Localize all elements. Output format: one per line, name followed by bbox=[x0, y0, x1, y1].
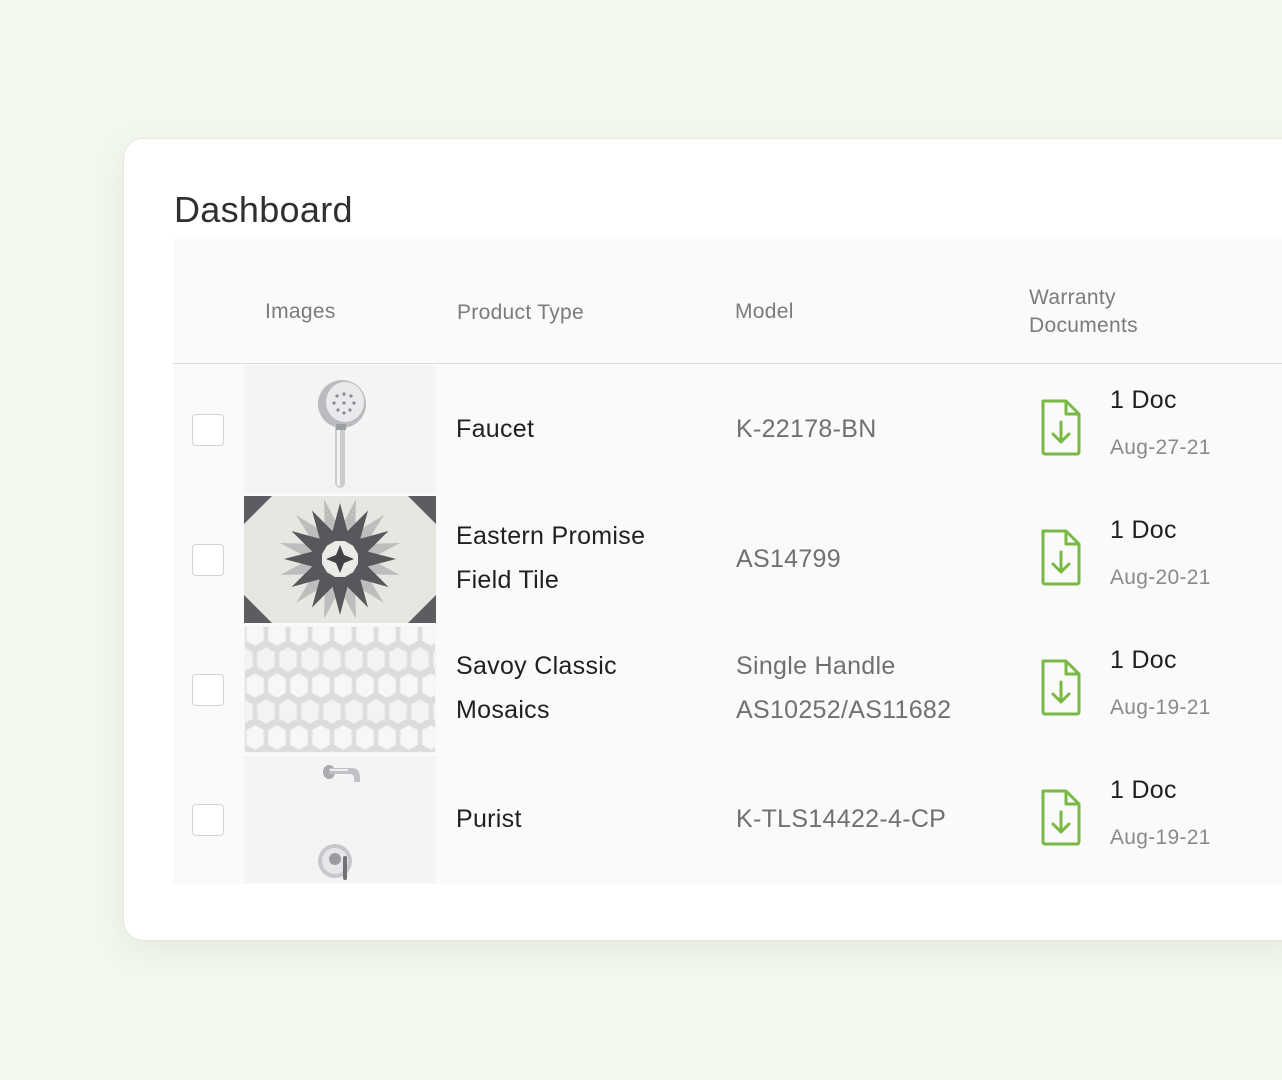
product-table: Images Product Type Model Warranty Docum… bbox=[173, 239, 1282, 884]
document-download-icon[interactable] bbox=[1039, 397, 1083, 457]
table-row[interactable]: Savoy Classic Mosaics Single Handle AS10… bbox=[173, 624, 1282, 754]
doc-count[interactable]: 1 Doc bbox=[1110, 386, 1177, 415]
document-download-icon[interactable] bbox=[1039, 657, 1083, 717]
column-header-warranty-line2: Documents bbox=[1029, 314, 1138, 337]
shower-head-image bbox=[244, 366, 436, 493]
doc-count[interactable]: 1 Doc bbox=[1110, 516, 1177, 545]
product-type-line: Field Tile bbox=[456, 566, 560, 594]
model-line: AS14799 bbox=[736, 545, 841, 573]
doc-count[interactable]: 1 Doc bbox=[1110, 646, 1177, 675]
row-checkbox[interactable] bbox=[192, 674, 224, 706]
model-line: AS10252/AS11682 bbox=[736, 696, 952, 724]
product-type-cell: Eastern Promise Field Tile bbox=[456, 514, 706, 602]
doc-date: Aug-19-21 bbox=[1110, 696, 1211, 719]
table-row[interactable]: Eastern Promise Field Tile AS14799 1 Doc… bbox=[173, 494, 1282, 624]
product-type-cell: Purist bbox=[456, 797, 706, 841]
column-header-warranty-line1: Warranty bbox=[1029, 286, 1116, 309]
column-header-model[interactable]: Model bbox=[735, 298, 794, 326]
doc-date: Aug-27-21 bbox=[1110, 436, 1211, 459]
dashboard-card: Dashboard Images Product Type Model Warr… bbox=[123, 138, 1282, 941]
model-cell: K-TLS14422-4-CP bbox=[736, 797, 996, 841]
product-type-line: Eastern Promise bbox=[456, 522, 646, 550]
product-type-cell: Savoy Classic Mosaics bbox=[456, 644, 706, 732]
product-type-cell: Faucet bbox=[456, 407, 706, 451]
model-line: K-22178-BN bbox=[736, 415, 877, 443]
row-checkbox[interactable] bbox=[192, 804, 224, 836]
doc-date: Aug-19-21 bbox=[1110, 826, 1211, 849]
document-download-icon[interactable] bbox=[1039, 527, 1083, 587]
tub-spout-valve-image bbox=[244, 756, 436, 883]
model-cell: K-22178-BN bbox=[736, 407, 996, 451]
product-type-line: Faucet bbox=[456, 415, 535, 443]
table-row[interactable]: Faucet K-22178-BN 1 Doc Aug-27-21 bbox=[173, 364, 1282, 494]
column-header-warranty[interactable]: Warranty Documents bbox=[1029, 284, 1138, 340]
table-header: Images Product Type Model Warranty Docum… bbox=[173, 239, 1282, 364]
column-header-product-type[interactable]: Product Type bbox=[457, 299, 584, 327]
row-checkbox[interactable] bbox=[192, 544, 224, 576]
column-header-images[interactable]: Images bbox=[265, 298, 336, 326]
product-type-line: Savoy Classic bbox=[456, 652, 617, 680]
doc-date: Aug-20-21 bbox=[1110, 566, 1211, 589]
doc-count[interactable]: 1 Doc bbox=[1110, 776, 1177, 805]
document-download-icon[interactable] bbox=[1039, 787, 1083, 847]
model-line: K-TLS14422-4-CP bbox=[736, 805, 947, 833]
model-cell: Single Handle AS10252/AS11682 bbox=[736, 644, 996, 732]
row-checkbox[interactable] bbox=[192, 414, 224, 446]
page-title: Dashboard bbox=[174, 189, 353, 230]
table-row[interactable]: Purist K-TLS14422-4-CP 1 Doc Aug-19-21 bbox=[173, 754, 1282, 884]
product-type-line: Mosaics bbox=[456, 696, 550, 724]
product-type-line: Purist bbox=[456, 805, 522, 833]
model-cell: AS14799 bbox=[736, 537, 996, 581]
hex-mosaic-image bbox=[244, 626, 436, 753]
model-line: Single Handle bbox=[736, 652, 896, 680]
star-tile-image bbox=[244, 496, 436, 623]
